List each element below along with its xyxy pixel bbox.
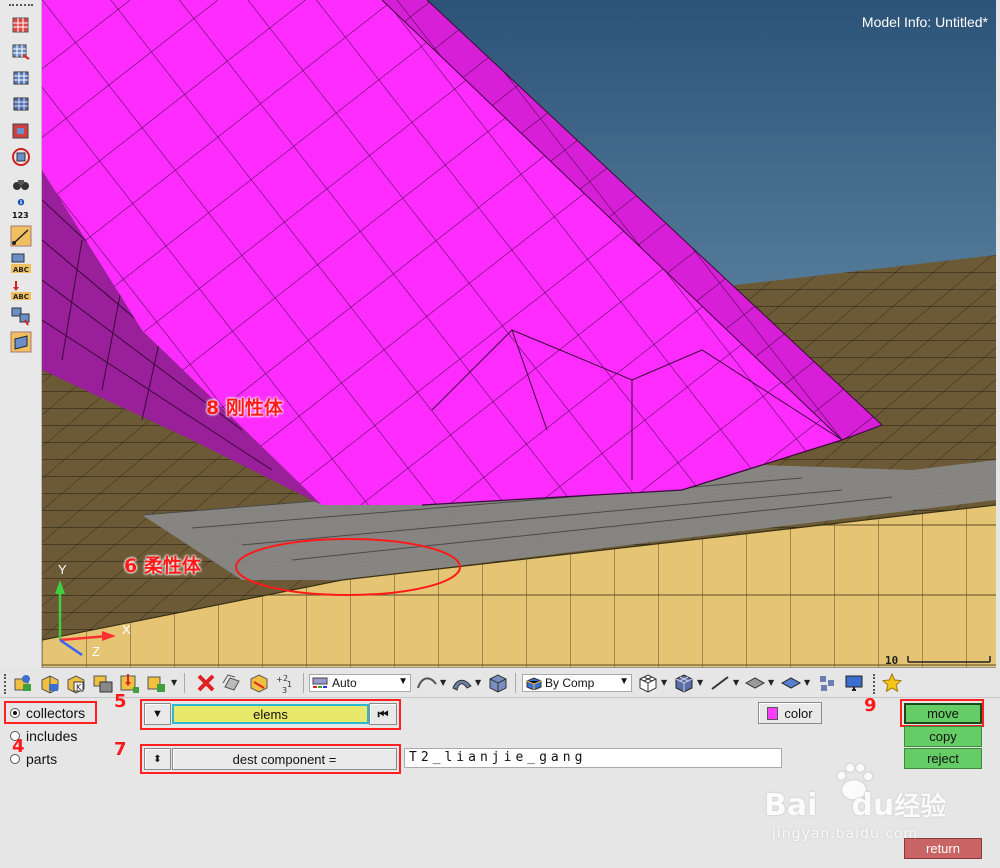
chevron-down-icon: ▼ xyxy=(398,676,408,687)
graphics-viewport[interactable]: Model Info: Untitled* 8 刚性体 6 柔性体 Y X Z … xyxy=(42,0,996,668)
step-number-4: 4 xyxy=(12,736,25,757)
monitor-icon[interactable] xyxy=(843,672,865,694)
copy-button[interactable]: copy xyxy=(904,726,982,747)
step-number-7: 7 xyxy=(114,739,127,760)
triad-x-label: X xyxy=(122,622,131,637)
mask-icon[interactable] xyxy=(221,672,243,694)
display-mode-value: Auto xyxy=(332,676,357,690)
info-icon[interactable]: 123 xyxy=(10,197,32,223)
plane-display-icon[interactable] xyxy=(744,672,766,694)
chevron-down-icon[interactable]: ▼ xyxy=(440,678,446,687)
dest-toggle[interactable]: ⬍ xyxy=(144,748,171,770)
explode-icon[interactable] xyxy=(816,672,838,694)
panel-icon[interactable] xyxy=(10,305,32,327)
shaded-elements-icon[interactable] xyxy=(673,672,695,694)
annotation-flexible-body: 6 柔性体 xyxy=(124,555,201,577)
toolbar-grip[interactable] xyxy=(873,674,875,694)
chevron-down-icon[interactable]: ▼ xyxy=(733,678,739,687)
scale-label: 10 xyxy=(885,654,899,667)
color-mode-icon xyxy=(526,677,542,690)
watermark-cn: 经验 xyxy=(894,792,947,822)
color-mode-select[interactable]: By Comp ▼ xyxy=(522,674,632,692)
color-swatch xyxy=(767,706,779,720)
chevron-down-icon[interactable]: ▼ xyxy=(697,678,703,687)
model-info-label: Model Info: Untitled* xyxy=(861,14,988,30)
baidu-watermark: Bai du经验 jingyan.baidu.com xyxy=(762,760,992,850)
triad-y-label: Y xyxy=(58,562,67,577)
svg-text:1: 1 xyxy=(287,680,292,689)
watermark-brand-suffix: du xyxy=(851,788,895,823)
panel-icon[interactable] xyxy=(10,67,32,89)
dest-component-input[interactable]: T2_lianjie_gang xyxy=(404,748,782,768)
surface-display-icon[interactable] xyxy=(451,672,473,694)
numbers-label: 123 xyxy=(12,211,29,220)
panel-icon[interactable]: ABC xyxy=(10,279,32,301)
svg-text:K: K xyxy=(76,683,82,692)
color-button[interactable]: color xyxy=(758,702,822,724)
step-number-9: 9 xyxy=(864,695,877,716)
organize-icon[interactable] xyxy=(146,672,168,694)
chevron-down-icon: ▼ xyxy=(152,708,163,720)
svg-text:ABC: ABC xyxy=(13,266,29,274)
panel-icon[interactable] xyxy=(10,225,32,247)
toolbar-grip[interactable] xyxy=(4,674,6,694)
solid-display-icon[interactable] xyxy=(487,672,509,694)
panel-icon[interactable] xyxy=(10,93,32,115)
toolbar-separator xyxy=(303,673,304,693)
delete-icon[interactable] xyxy=(195,672,217,694)
radio-label: parts xyxy=(26,751,58,767)
chevron-down-icon[interactable]: ▼ xyxy=(171,678,177,687)
annotation-rigid-body: 8 刚性体 xyxy=(206,397,283,419)
watermark-url: jingyan.baidu.com xyxy=(772,826,919,842)
assembly-icon[interactable] xyxy=(39,672,61,694)
watermark-brand: Bai xyxy=(764,788,818,823)
dest-component-button[interactable]: dest component = xyxy=(172,748,397,770)
load-collector-icon[interactable]: K xyxy=(65,672,87,694)
surface-shading-icon[interactable] xyxy=(780,672,802,694)
display-mode-icon xyxy=(312,677,328,688)
component-icon[interactable] xyxy=(12,672,34,694)
entity-type-dropdown[interactable]: ▼ xyxy=(144,703,171,725)
chevron-down-icon[interactable]: ▼ xyxy=(768,678,774,687)
panel-icon[interactable] xyxy=(10,14,32,36)
panel-icon[interactable] xyxy=(10,146,32,168)
svg-text:3: 3 xyxy=(282,686,287,694)
highlight-box-collectors xyxy=(4,701,97,724)
svg-text:+: + xyxy=(276,675,283,684)
step-number-5: 5 xyxy=(114,691,127,712)
line-display-icon[interactable] xyxy=(709,672,731,694)
panel-icon[interactable] xyxy=(10,41,32,63)
entity-selector-elems[interactable]: elems xyxy=(172,704,369,724)
toolbar-separator xyxy=(515,673,516,693)
move-button[interactable]: move xyxy=(904,703,982,724)
chevron-down-icon[interactable]: ▼ xyxy=(661,678,667,687)
chevron-down-icon[interactable]: ▼ xyxy=(804,678,810,687)
panel-icon[interactable] xyxy=(10,120,32,142)
display-mode-select[interactable]: Auto ▼ xyxy=(309,674,411,692)
numbering-icon[interactable]: +2 1 3 xyxy=(274,672,296,694)
skip-back-icon: ⏮ xyxy=(377,706,389,721)
chevron-down-icon[interactable]: ▼ xyxy=(475,678,481,687)
star-icon[interactable] xyxy=(881,672,903,694)
panel-icon[interactable]: ABC xyxy=(10,252,32,274)
wireframe-icon[interactable] xyxy=(637,672,659,694)
reset-selection-button[interactable]: ⏮ xyxy=(369,703,397,725)
panel-icon[interactable] xyxy=(10,331,32,353)
curve-display-icon[interactable] xyxy=(416,672,438,694)
unmask-icon[interactable] xyxy=(248,672,270,694)
hypermesh-window: 123 ABC ABC Model Info: Untitled* 8 刚性体 … xyxy=(0,0,1000,868)
toolbar-grip[interactable] xyxy=(9,4,33,6)
radio-label: includes xyxy=(26,728,78,744)
color-button-label: color xyxy=(784,705,813,721)
triad-z-label: Z xyxy=(92,644,100,659)
up-down-arrows-icon: ⬍ xyxy=(153,753,162,765)
left-toolbar: 123 ABC ABC xyxy=(0,0,42,668)
color-mode-value: By Comp xyxy=(545,676,595,690)
system-icon[interactable] xyxy=(92,672,114,694)
chevron-down-icon: ▼ xyxy=(619,676,629,687)
svg-text:ABC: ABC xyxy=(13,293,29,301)
binoculars-icon[interactable] xyxy=(10,173,32,195)
toolbar-separator xyxy=(184,673,185,693)
visualization-toolbar: K ▼ +2 1 3 Auto ▼ ▼ ▼ By Comp ▼ ▼ ▼ ▼ ▼ … xyxy=(0,669,1000,698)
